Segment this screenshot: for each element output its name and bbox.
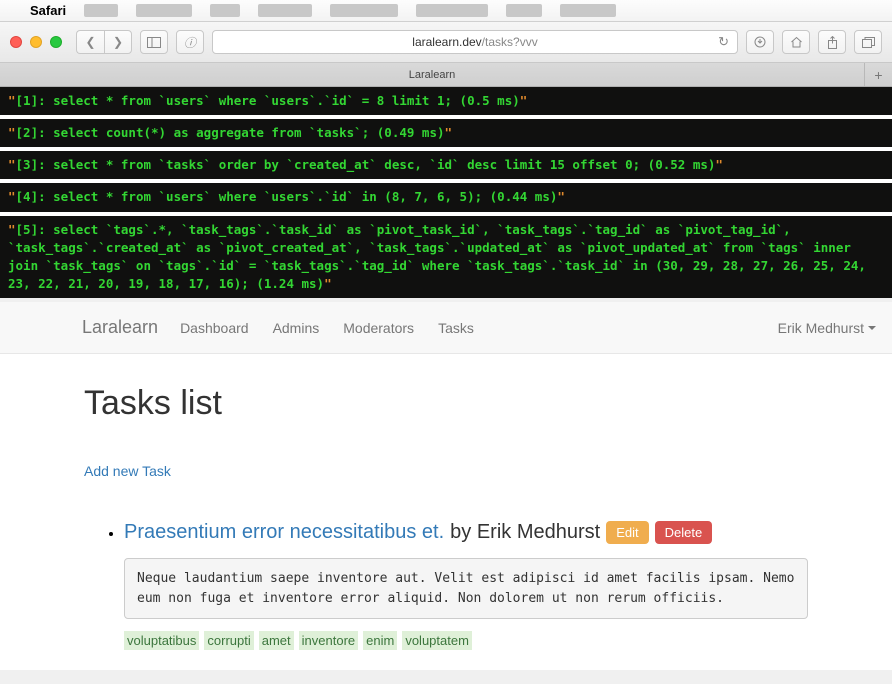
user-menu[interactable]: Erik Medhurst: [778, 320, 876, 336]
app-navbar: Laralearn Dashboard Admins Moderators Ta…: [0, 302, 892, 354]
menubar-item-blurred: [258, 4, 312, 17]
url-path: /tasks?vvv: [482, 35, 538, 49]
nav-arrows: ❮ ❯: [76, 30, 132, 54]
menubar-item-blurred: [330, 4, 398, 17]
back-button[interactable]: ❮: [76, 30, 104, 54]
user-menu-name: Erik Medhurst: [778, 320, 864, 336]
tag[interactable]: voluptatibus: [124, 631, 199, 650]
page-title: Tasks list: [84, 384, 808, 423]
nav-moderators[interactable]: Moderators: [343, 320, 414, 336]
task-header: Praesentium error necessitatibus et. by …: [124, 521, 808, 544]
share-button[interactable]: [818, 30, 846, 54]
tag[interactable]: voluptatem: [402, 631, 472, 650]
menubar-item-blurred: [416, 4, 488, 17]
delete-button[interactable]: Delete: [655, 521, 713, 544]
window-controls: [10, 36, 62, 48]
close-window-icon[interactable]: [10, 36, 22, 48]
menubar-item-blurred: [560, 4, 616, 17]
brand-link[interactable]: Laralearn: [82, 317, 158, 338]
site-info-button[interactable]: ⓘ: [176, 30, 204, 54]
forward-button[interactable]: ❯: [104, 30, 132, 54]
macos-menubar: Safari: [0, 0, 892, 22]
tag[interactable]: inventore: [299, 631, 358, 650]
sql-query-row: "[3]: select * from `tasks` order by `cr…: [0, 151, 892, 179]
tag[interactable]: amet: [259, 631, 294, 650]
page-content: Tasks list Add new Task Praesentium erro…: [0, 354, 892, 670]
home-button[interactable]: [782, 30, 810, 54]
sql-query-row: "[4]: select * from `users` where `users…: [0, 183, 892, 211]
sql-debug-panel: "[1]: select * from `users` where `users…: [0, 87, 892, 298]
nav-admins[interactable]: Admins: [273, 320, 320, 336]
menubar-item-blurred: [84, 4, 118, 17]
url-bar[interactable]: laralearn.dev/tasks?vvv ↻: [212, 30, 738, 54]
task-title-link[interactable]: Praesentium error necessitatibus et.: [124, 521, 444, 544]
browser-tab-title: Laralearn: [409, 69, 455, 81]
minimize-window-icon[interactable]: [30, 36, 42, 48]
chevron-down-icon: [868, 326, 876, 330]
sql-query-row: "[2]: select count(*) as aggregate from …: [0, 119, 892, 147]
task-author: by Erik Medhurst: [450, 521, 600, 544]
browser-tab-bar: Laralearn +: [0, 63, 892, 87]
task-list: Praesentium error necessitatibus et. by …: [84, 521, 808, 650]
task-tags: voluptatibus corrupti amet inventore eni…: [124, 631, 808, 650]
url-domain: laralearn.dev: [412, 35, 481, 49]
tag[interactable]: enim: [363, 631, 397, 650]
menubar-app-name[interactable]: Safari: [30, 3, 66, 18]
zoom-window-icon[interactable]: [50, 36, 62, 48]
edit-button[interactable]: Edit: [606, 521, 648, 544]
downloads-button[interactable]: [746, 30, 774, 54]
sidebar-button[interactable]: [140, 30, 168, 54]
add-task-link[interactable]: Add new Task: [84, 463, 171, 479]
task-item: Praesentium error necessitatibus et. by …: [124, 521, 808, 650]
nav-dashboard[interactable]: Dashboard: [180, 320, 249, 336]
sql-query-row: "[1]: select * from `users` where `users…: [0, 87, 892, 115]
menubar-item-blurred: [210, 4, 240, 17]
task-description: Neque laudantium saepe inventore aut. Ve…: [124, 558, 808, 619]
menubar-item-blurred: [506, 4, 542, 17]
sql-query-row: "[5]: select `tags`.*, `task_tags`.`task…: [0, 216, 892, 299]
nav-tasks[interactable]: Tasks: [438, 320, 474, 336]
browser-toolbar: ❮ ❯ ⓘ laralearn.dev/tasks?vvv ↻: [0, 22, 892, 63]
menubar-item-blurred: [136, 4, 192, 17]
tag[interactable]: corrupti: [204, 631, 253, 650]
tabs-button[interactable]: [854, 30, 882, 54]
browser-tab[interactable]: Laralearn: [0, 63, 864, 86]
new-tab-button[interactable]: +: [864, 63, 892, 86]
reload-icon[interactable]: ↻: [718, 34, 729, 50]
